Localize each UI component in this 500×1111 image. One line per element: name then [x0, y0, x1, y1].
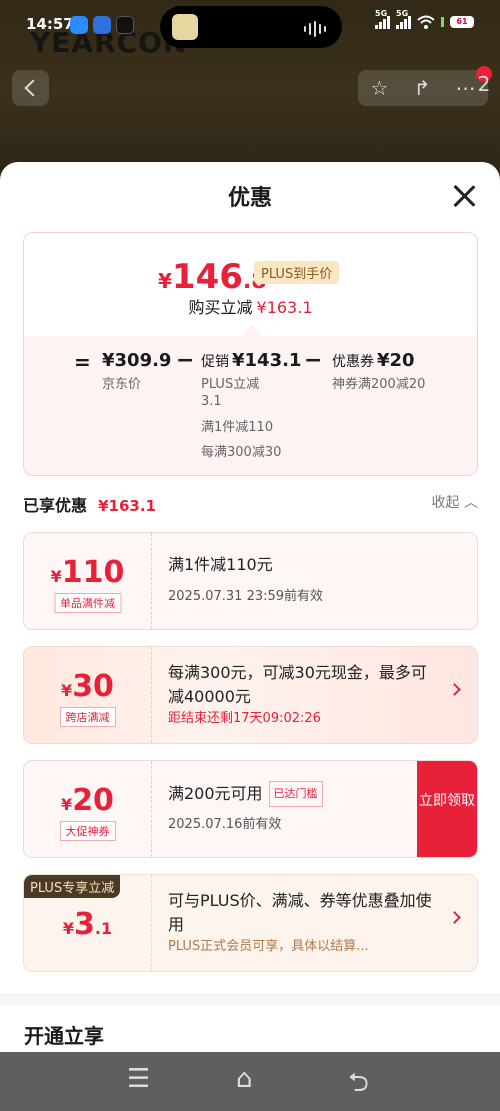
back-nav-icon[interactable]: ⮌	[348, 1064, 369, 1108]
equals-sign: =	[74, 350, 91, 374]
coupon-note: PLUS正式会员可享，具体以结算...	[168, 939, 369, 954]
status-time: 14:57	[26, 15, 74, 33]
open-enjoy-heading: 开通立享	[24, 1024, 104, 1048]
chevron-up-icon: ︿	[464, 495, 478, 511]
signal-icon: 5G	[396, 9, 411, 29]
status-bar: 14:57 5G 5G 61	[0, 0, 500, 52]
dynamic-island	[160, 6, 342, 48]
battery-icon: 61	[450, 16, 474, 28]
star-icon[interactable]: ☆	[371, 70, 389, 106]
signal-icon: 5G	[375, 9, 390, 29]
close-icon[interactable]	[452, 184, 476, 208]
coupon-type-tag: 跨店满减	[59, 707, 116, 727]
audio-wave-icon	[304, 21, 326, 37]
more-badge: 2	[476, 66, 492, 96]
top-right-actions: ☆ ↱ ⋯ 2	[358, 66, 492, 106]
more-dots-icon[interactable]: ⋯	[455, 70, 475, 106]
coupon-description: 满1件减110元	[168, 555, 273, 574]
enjoyed-amount: ¥163.1	[98, 497, 156, 515]
status-app-icons	[70, 16, 134, 34]
charging-indicator-icon	[441, 17, 444, 27]
threshold-reached-tag: 已达门槛	[268, 781, 323, 807]
coupon-validity: 2025.07.16前有效	[168, 817, 282, 832]
coupon-type-tag: 单品满件减	[54, 593, 121, 613]
coupon-description: 满200元可用 已达门槛	[168, 781, 323, 807]
buy-reduce-line: 购买立减 ¥163.1	[188, 298, 313, 317]
enjoyed-discount-row: 已享优惠 ¥163.1 收起 ︿	[23, 492, 478, 516]
coupon-type-tag: 大促神券	[59, 821, 116, 841]
final-price: ¥146.8	[158, 257, 267, 297]
plus-price-tag: PLUS到手价	[254, 261, 340, 284]
coupon-card[interactable]: PLUS专享立减 ¥3.1 可与PLUS价、满减、券等优惠叠加使用 PLUS正式…	[23, 874, 478, 972]
coupon-card[interactable]: ¥20 大促神券 满200元可用 已达门槛 2025.07.16前有效 立即领取	[23, 760, 478, 858]
coupon-validity: 2025.07.31 23:59前有效	[168, 589, 324, 604]
sheet-title: 优惠	[227, 186, 272, 211]
media-thumbnail-icon	[172, 14, 198, 40]
coupon-amount: ¥30	[61, 669, 114, 704]
promo-column: 促销 ¥143.1 PLUS立减 3.1 满1件减110 每满300减30	[201, 350, 302, 460]
price-summary-card: ¥146.8 PLUS到手价 购买立减¥163.1 = ¥309.9 京东价 −…	[23, 232, 478, 476]
chevron-right-icon[interactable]	[448, 911, 461, 924]
coupon-countdown: 距结束还剩17天09:02:26	[168, 711, 321, 726]
collapse-button[interactable]: 收起 ︿	[432, 492, 478, 512]
menu-icon[interactable]: ☰	[127, 1064, 150, 1094]
chevron-right-icon[interactable]	[448, 683, 461, 696]
back-button[interactable]	[12, 70, 49, 106]
app-notification-icon	[70, 16, 88, 34]
price-breakdown: = ¥309.9 京东价 − 促销 ¥143.1 PLUS立减 3.1 满1件减11…	[24, 336, 477, 475]
share-icon[interactable]: ↱	[414, 70, 431, 106]
promotion-sheet: 优惠 ¥146.8 PLUS到手价 购买立减¥163.1 = ¥309.9 京东…	[0, 162, 500, 1052]
coupon-amount: ¥20	[61, 783, 114, 818]
minus-sign: −	[304, 348, 323, 373]
home-icon[interactable]: ⌂	[236, 1064, 253, 1094]
app-notification-icon	[93, 16, 111, 34]
minus-sign: −	[176, 348, 195, 373]
jd-price-column: ¥309.9 京东价	[102, 350, 172, 392]
coupon-card[interactable]: ¥30 跨店满减 每满300元，可减30元现金，最多可减40000元 距结束还剩…	[23, 646, 478, 744]
wifi-icon	[417, 15, 435, 29]
coupon-amount: ¥110	[50, 555, 125, 590]
enjoyed-label: 已享优惠	[23, 496, 88, 515]
claim-coupon-button[interactable]: 立即领取	[417, 761, 477, 857]
coupon-description: 每满300元，可减30元现金，最多可减40000元	[168, 663, 427, 706]
tiktok-icon	[116, 16, 134, 34]
status-indicators: 5G 5G 61	[375, 9, 474, 29]
coupon-card[interactable]: ¥110 单品满件减 满1件减110元 2025.07.31 23:59前有效	[23, 532, 478, 630]
coupon-description: 可与PLUS价、满减、券等优惠叠加使用	[168, 891, 432, 934]
section-divider	[0, 993, 500, 1005]
system-nav-bar: ☰ ⌂ ⮌	[0, 1052, 500, 1111]
coupon-column: 优惠券 ¥20 神券满200减20	[332, 350, 426, 392]
coupon-amount: ¥3.1	[62, 907, 113, 942]
